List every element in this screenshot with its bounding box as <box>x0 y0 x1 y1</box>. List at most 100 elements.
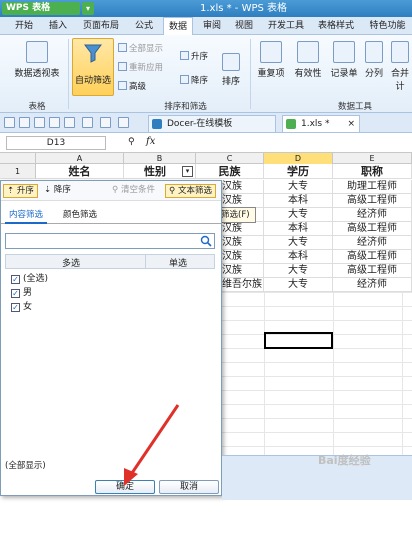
cell-education[interactable]: 本科 <box>264 194 333 208</box>
column-header-a[interactable]: A <box>36 153 124 164</box>
tab-start[interactable]: 开始 <box>10 17 38 35</box>
cell-education[interactable]: 大专 <box>264 236 333 250</box>
column-headers: A B C D E <box>0 153 412 164</box>
cell-education[interactable]: 大专 <box>264 208 333 222</box>
search-icon[interactable] <box>200 235 212 247</box>
header-cell-gender[interactable]: 性别 ▾ <box>124 164 196 179</box>
cell-title[interactable]: 助理工程师 <box>333 180 412 194</box>
pivot-table-button[interactable]: 数据透视表 <box>12 41 62 79</box>
column-header-e[interactable]: E <box>333 153 412 164</box>
tab-table-style[interactable]: 表格样式 <box>313 17 359 35</box>
filter-item-female[interactable]: ✓ 女 <box>11 301 32 314</box>
open-icon[interactable] <box>4 117 15 128</box>
cell-ethnicity[interactable]: 汉族 <box>222 194 264 208</box>
undo-icon[interactable] <box>82 117 93 128</box>
cell-title[interactable]: 高级工程师 <box>333 264 412 278</box>
advanced-filter-button[interactable]: 高级 <box>118 81 146 94</box>
cell-education[interactable]: 大专 <box>264 264 333 278</box>
autofilter-label: 自动筛选 <box>74 76 111 86</box>
filter-search-input[interactable] <box>5 233 215 249</box>
filter-sort-asc-button[interactable]: ⇡ 升序 <box>3 184 38 198</box>
sort-desc-button[interactable]: 降序 <box>180 75 208 88</box>
tab-data[interactable]: 数据 <box>163 17 193 35</box>
reapply-button[interactable]: 重新应用 <box>118 62 163 75</box>
tab-review[interactable]: 审阅 <box>198 17 226 35</box>
single-select-label[interactable]: 单选 <box>169 256 187 269</box>
checkbox-icon[interactable]: ✓ <box>11 275 20 284</box>
checkbox-icon[interactable]: ✓ <box>11 303 20 312</box>
tab-insert[interactable]: 插入 <box>44 17 72 35</box>
consolidate-button[interactable]: 合并计 <box>388 41 412 92</box>
document-tab-bar: Docer-在线模板 1.xls * × <box>0 113 412 133</box>
cell-education[interactable]: 大专 <box>264 278 333 292</box>
cell-ethnicity[interactable]: 汉族 <box>222 236 264 250</box>
autofilter-button[interactable]: 自动筛选 <box>72 38 114 96</box>
ok-button[interactable]: 确定 <box>95 480 155 494</box>
column-header-c[interactable]: C <box>196 153 264 164</box>
sort-button[interactable]: 排序 <box>218 53 244 87</box>
split-column-button[interactable]: 分列 <box>362 41 386 79</box>
filter-sort-desc-button[interactable]: ⇣ 降序 <box>41 184 74 198</box>
cell-title[interactable]: 经济师 <box>333 236 412 250</box>
cell-title[interactable]: 经济师 <box>333 208 412 222</box>
format-painter-icon[interactable] <box>64 117 75 128</box>
cell-title[interactable]: 高级工程师 <box>333 222 412 236</box>
column-header-d[interactable]: D <box>264 153 333 164</box>
validity-button[interactable]: 有效性 <box>290 41 326 79</box>
select-all-corner[interactable] <box>0 153 36 164</box>
show-all-button[interactable]: 全部显示 <box>118 43 163 56</box>
more-icon[interactable] <box>118 117 129 128</box>
cell-ethnicity[interactable]: 维吾尔族 <box>222 278 264 292</box>
tab-color-filter[interactable]: 颜色筛选 <box>59 208 101 224</box>
sheet-file-icon <box>286 119 296 129</box>
save-icon[interactable] <box>19 117 30 128</box>
print-preview-icon[interactable] <box>34 117 45 128</box>
record-form-button[interactable]: 记录单 <box>326 41 362 79</box>
zoom-icon[interactable]: ⚲ <box>128 137 135 147</box>
cell-education[interactable]: 本科 <box>264 222 333 236</box>
duplicates-button[interactable]: 重复项 <box>253 41 289 79</box>
tab-page-layout[interactable]: 页面布局 <box>78 17 124 35</box>
fx-icon[interactable]: fx <box>146 136 155 147</box>
header-cell-title[interactable]: 职称 <box>333 164 412 179</box>
header-cell-name[interactable]: 姓名 <box>36 164 124 179</box>
cell-title[interactable]: 高级工程师 <box>333 250 412 264</box>
row-header-1[interactable]: 1 <box>0 164 36 179</box>
cell-title[interactable]: 经济师 <box>333 278 412 292</box>
app-menu-arrow-icon[interactable]: ▾ <box>82 2 94 15</box>
cell-ethnicity[interactable]: 汉族 <box>222 180 264 194</box>
cell-ethnicity[interactable]: 汉族 <box>222 250 264 264</box>
checkbox-icon[interactable]: ✓ <box>11 289 20 298</box>
tab-special[interactable]: 特色功能 <box>363 17 412 35</box>
header-cell-ethnicity[interactable]: 民族 <box>196 164 264 179</box>
filter-dropdown-icon[interactable]: ▾ <box>182 166 193 177</box>
cell-education[interactable]: 大专 <box>264 180 333 194</box>
tab-docer-templates[interactable]: Docer-在线模板 <box>148 115 276 132</box>
header-cell-education[interactable]: 学历 <box>264 164 333 179</box>
filter-dropdown-panel: ⇡ 升序 ⇣ 降序 ⚲ 清空条件 ⚲ 文本筛选 内容筛选 颜色筛选 多选 单选 … <box>0 180 222 496</box>
tab-content-filter[interactable]: 内容筛选 <box>5 208 48 224</box>
sort-asc-button[interactable]: 升序 <box>180 51 208 64</box>
name-box[interactable]: D13 <box>6 136 106 150</box>
tab-developer[interactable]: 开发工具 <box>263 17 309 35</box>
cell-title[interactable]: 高级工程师 <box>333 194 412 208</box>
active-cell-d13[interactable] <box>264 332 333 349</box>
tab-formula[interactable]: 公式 <box>130 17 158 35</box>
cell-ethnicity[interactable]: 汉族 <box>222 222 264 236</box>
redo-icon[interactable] <box>100 117 111 128</box>
cancel-button[interactable]: 取消 <box>159 480 219 494</box>
filter-item-male[interactable]: ✓ 男 <box>11 287 32 300</box>
app-logo[interactable]: WPS 表格 <box>2 2 80 15</box>
print-icon[interactable] <box>49 117 60 128</box>
filter-item-select-all[interactable]: ✓ (全选) <box>11 273 48 286</box>
column-header-b[interactable]: B <box>124 153 196 164</box>
close-tab-icon[interactable]: × <box>347 116 355 132</box>
text-filter-button[interactable]: ⚲ 文本筛选 <box>165 184 216 198</box>
multi-select-label[interactable]: 多选 <box>62 256 80 269</box>
clear-condition-button[interactable]: ⚲ 清空条件 <box>109 184 158 198</box>
cell-ethnicity[interactable]: 汉族 <box>222 264 264 278</box>
cell-education[interactable]: 本科 <box>264 250 333 264</box>
record-form-icon <box>333 41 355 63</box>
tab-1-xls[interactable]: 1.xls * × <box>282 115 360 132</box>
tab-view[interactable]: 视图 <box>230 17 258 35</box>
